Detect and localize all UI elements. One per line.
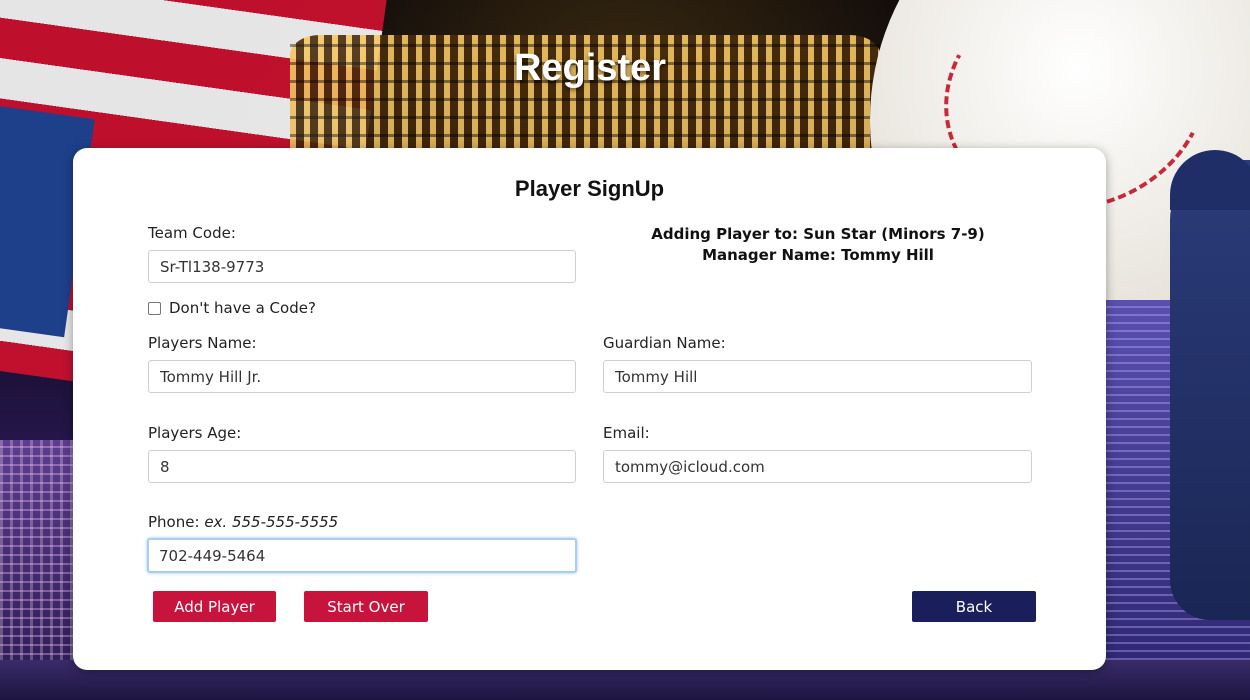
email-label: Email: [603, 424, 650, 442]
adding-player-to-text: Adding Player to: Sun Star (Minors 7-9) [651, 225, 985, 243]
phone-input[interactable] [147, 538, 577, 573]
phone-format-hint: ex. 555-555-5555 [204, 513, 339, 531]
players-name-input[interactable] [148, 360, 576, 393]
no-code-checkbox-label[interactable]: Don't have a Code? [169, 299, 316, 317]
page-title: Register [513, 47, 667, 90]
form-title: Player SignUp [514, 176, 665, 201]
phone-label: Phone: ex. 555-555-5555 [148, 513, 338, 531]
players-age-input[interactable] [148, 450, 576, 483]
players-name-label: Players Name: [148, 334, 257, 352]
phone-label-text: Phone: [148, 513, 200, 531]
email-input[interactable] [603, 450, 1032, 483]
register-page: Register Player SignUp Team Code: Adding… [0, 0, 1250, 700]
start-over-button[interactable]: Start Over [304, 591, 428, 622]
background-player-image [1170, 160, 1250, 620]
no-code-checkbox[interactable] [148, 301, 161, 315]
add-player-button[interactable]: Add Player [153, 591, 276, 622]
team-info: Adding Player to: Sun Star (Minors 7-9) … [603, 224, 1033, 266]
no-code-checkbox-row[interactable]: Don't have a Code? [148, 299, 316, 317]
back-button[interactable]: Back [912, 591, 1036, 622]
guardian-name-input[interactable] [603, 360, 1032, 393]
players-age-label: Players Age: [148, 424, 242, 442]
team-code-label: Team Code: [148, 224, 236, 242]
guardian-name-label: Guardian Name: [603, 334, 726, 352]
team-code-input[interactable] [148, 250, 576, 283]
signup-card: Player SignUp Team Code: Adding Player t… [73, 148, 1106, 670]
manager-name-text: Manager Name: Tommy Hill [702, 246, 934, 264]
